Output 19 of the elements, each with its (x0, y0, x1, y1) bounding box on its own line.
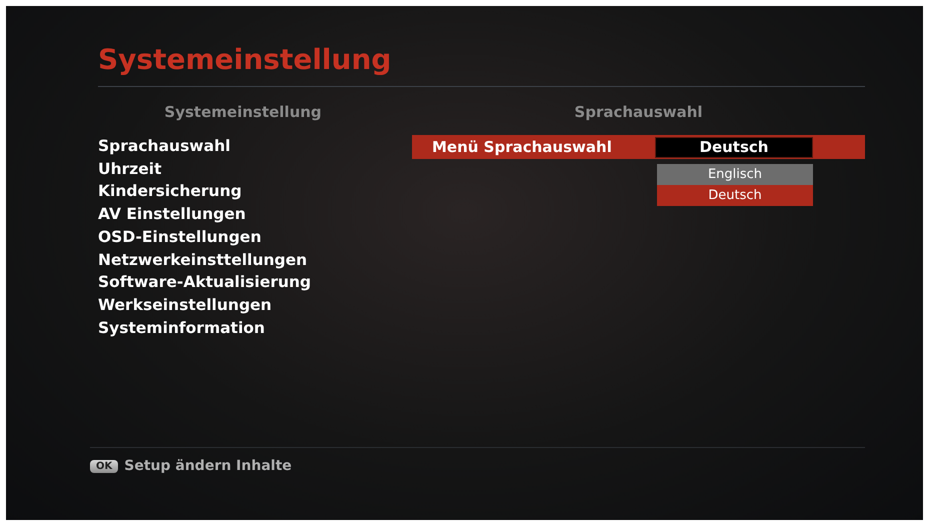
column-heading: Sprachauswahl (574, 103, 703, 121)
menu-item[interactable]: Uhrzeit (98, 158, 162, 180)
column-heading: Systemeinstellung (164, 103, 322, 121)
setting-label: Menü Sprachauswahl (432, 138, 612, 156)
menu-item[interactable]: Netzwerkeinsttellungen (98, 248, 308, 272)
dropdown-option[interactable]: Deutsch (657, 185, 813, 206)
menu-item[interactable]: AV Einstellungen (98, 203, 246, 226)
menu-item[interactable]: Systeminformation (98, 316, 265, 340)
dropdown-option[interactable]: Englisch (657, 164, 813, 185)
menu-item[interactable]: Kindersicherung (98, 180, 242, 204)
hint-text: Setup ändern Inhalte (124, 458, 292, 474)
menu-item[interactable]: Software-Aktualisierung (98, 271, 312, 294)
menu-item[interactable]: OSD-Einstellungen (98, 226, 262, 249)
page-title: Systemeinstellung (98, 42, 392, 78)
ok-key: OK (90, 460, 118, 472)
menu-item[interactable]: Sprachauswahl (98, 135, 230, 158)
value-field[interactable]: Deutsch (655, 136, 813, 158)
setting-row[interactable]: Menü Sprachauswahl Deutsch (412, 135, 865, 159)
menu-item[interactable]: Werkseinstellungen (98, 294, 272, 317)
